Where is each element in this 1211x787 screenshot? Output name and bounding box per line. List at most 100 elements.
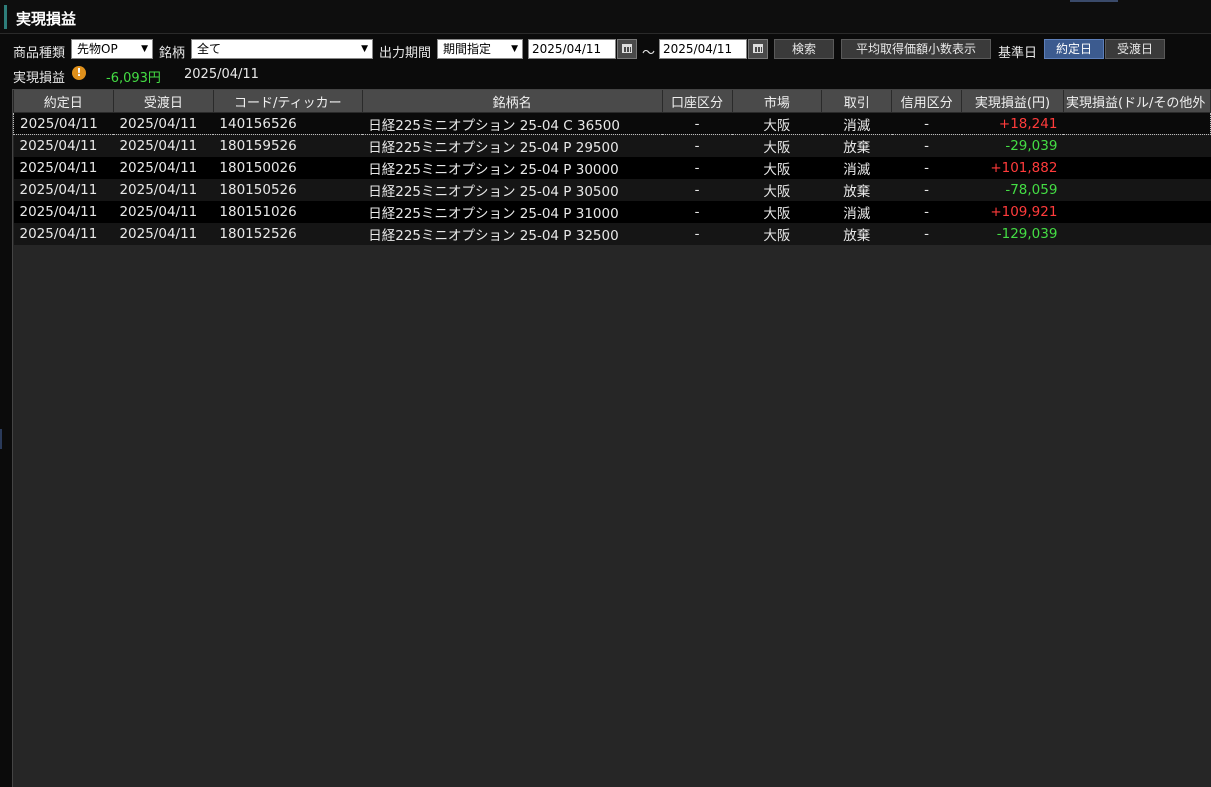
chevron-down-icon: ▼ [511,44,518,54]
cell-settlement-date: 2025/04/11 [113,134,214,157]
cell-pl-yen: +109,921 [961,200,1064,223]
cell-pl-yen: -129,039 [961,222,1064,245]
cell-pl-foreign [1063,112,1211,135]
cell-account-type: - [662,200,732,223]
summary-value: -6,093円 [106,71,161,86]
col-header-code[interactable]: コード/ティッカー [213,90,363,113]
col-header-transaction[interactable]: 取引 [821,90,893,113]
issue-value: 全て [197,42,222,56]
cell-pl-foreign [1063,178,1211,201]
cell-pl-foreign [1063,156,1211,179]
title-accent [4,5,7,29]
cell-code: 180150526 [213,178,363,201]
product-type-label: 商品種類 [13,46,66,61]
table-row[interactable]: 2025/04/11 2025/04/11 180152526 日経225ミニオプショ… [13,222,1211,245]
warning-icon[interactable]: ! [72,66,86,80]
base-date-settlement-button[interactable]: 受渡日 [1105,39,1165,59]
cell-transaction: 放棄 [821,134,892,157]
date-to-calendar-button[interactable] [748,39,768,59]
cell-settlement-date: 2025/04/11 [113,200,214,223]
calendar-icon [753,44,763,53]
cell-pl-foreign [1063,134,1211,157]
chevron-down-icon: ▼ [361,44,368,54]
cell-code: 180151026 [213,200,363,223]
window-title: 実現損益 [16,10,77,28]
col-header-settlement-date[interactable]: 受渡日 [113,90,214,113]
cell-issue-name: 日経225ミニオプション 25-04 P 32500 [362,222,663,245]
avg-price-decimal-button[interactable]: 平均取得価額小数表示 [841,39,991,59]
col-header-issue-name[interactable]: 銘柄名 [362,90,663,113]
cell-issue-name: 日経225ミニオプション 25-04 P 31000 [362,200,663,223]
cell-market: 大阪 [732,134,822,157]
cell-transaction: 消滅 [821,200,892,223]
period-label: 出力期間 [379,46,432,61]
range-separator: ～ [642,46,656,61]
title-bar: 実現損益 [0,0,1211,34]
col-header-account-type[interactable]: 口座区分 [662,90,733,113]
cell-settlement-date: 2025/04/11 [113,112,214,135]
cell-transaction: 消滅 [821,156,892,179]
cell-pl-foreign [1063,200,1211,223]
cell-code: 180159526 [213,134,363,157]
cell-issue-name: 日経225ミニオプション 25-04 P 30000 [362,156,663,179]
cell-settlement-date: 2025/04/11 [113,156,214,179]
cell-settlement-date: 2025/04/11 [113,178,214,201]
cell-trade-date: 2025/04/11 [13,178,114,201]
cell-margin-type: - [891,156,962,179]
cell-account-type: - [662,112,732,135]
cell-market: 大阪 [732,200,822,223]
cell-margin-type: - [891,134,962,157]
table-row[interactable]: 2025/04/11 2025/04/11 180159526 日経225ミニオプショ… [13,134,1211,157]
cell-market: 大阪 [732,178,822,201]
filter-toolbar: 商品種類 先物OP ▼ 銘柄 全て ▼ 出力期間 期間指定 ▼ 2025/04/… [0,36,1211,64]
table-row[interactable]: 2025/04/11 2025/04/11 180151026 日経225ミニオプショ… [13,200,1211,223]
cell-issue-name: 日経225ミニオプション 25-04 P 29500 [362,134,663,157]
cell-trade-date: 2025/04/11 [13,222,114,245]
calendar-icon [622,44,632,53]
title-decoration [1070,0,1118,2]
cell-pl-foreign [1063,222,1211,245]
results-table: 約定日 受渡日 コード/ティッカー 銘柄名 口座区分 市場 取引 信用区分 実現… [13,90,1211,245]
cell-account-type: - [662,222,732,245]
cell-code: 180150026 [213,156,363,179]
period-value: 期間指定 [443,42,492,56]
cell-margin-type: - [891,200,962,223]
cell-trade-date: 2025/04/11 [13,134,114,157]
cell-pl-yen: +18,241 [961,112,1064,135]
date-to-input[interactable]: 2025/04/11 [659,39,747,59]
col-header-pl-yen[interactable]: 実現損益(円) [961,90,1064,113]
cell-settlement-date: 2025/04/11 [113,222,214,245]
cell-code: 140156526 [213,112,363,135]
cell-issue-name: 日経225ミニオプション 25-04 C 36500 [362,112,663,135]
cell-market: 大阪 [732,222,822,245]
search-button[interactable]: 検索 [774,39,834,59]
col-header-pl-foreign[interactable]: 実現損益(ドル/その他外 [1063,90,1211,113]
table-header-row: 約定日 受渡日 コード/ティッカー 銘柄名 口座区分 市場 取引 信用区分 実現… [13,90,1211,113]
cell-pl-yen: +101,882 [961,156,1064,179]
cell-code: 180152526 [213,222,363,245]
product-type-value: 先物OP [77,42,118,56]
date-from-input[interactable]: 2025/04/11 [528,39,616,59]
cell-transaction: 放棄 [821,222,892,245]
cell-trade-date: 2025/04/11 [13,200,114,223]
issue-select[interactable]: 全て ▼ [191,39,373,59]
cell-margin-type: - [891,178,962,201]
cell-pl-yen: -29,039 [961,134,1064,157]
cell-trade-date: 2025/04/11 [13,156,114,179]
cell-account-type: - [662,134,732,157]
strip-marker [0,429,2,449]
table-row[interactable]: 2025/04/11 2025/04/11 180150526 日経225ミニオプショ… [13,178,1211,201]
base-date-trade-button[interactable]: 約定日 [1044,39,1104,59]
product-type-select[interactable]: 先物OP ▼ [71,39,153,59]
period-select[interactable]: 期間指定 ▼ [437,39,523,59]
col-header-market[interactable]: 市場 [732,90,823,113]
cell-issue-name: 日経225ミニオプション 25-04 P 30500 [362,178,663,201]
date-from-calendar-button[interactable] [617,39,637,59]
col-header-margin-type[interactable]: 信用区分 [891,90,963,113]
table-row[interactable]: 2025/04/11 2025/04/11 140156526 日経225ミニオプショ… [13,112,1211,135]
table-row[interactable]: 2025/04/11 2025/04/11 180150026 日経225ミニオプショ… [13,156,1211,179]
summary-date: 2025/04/11 [184,67,259,82]
summary-label: 実現損益 [13,71,66,86]
col-header-trade-date[interactable]: 約定日 [13,90,114,113]
chevron-down-icon: ▼ [141,44,148,54]
